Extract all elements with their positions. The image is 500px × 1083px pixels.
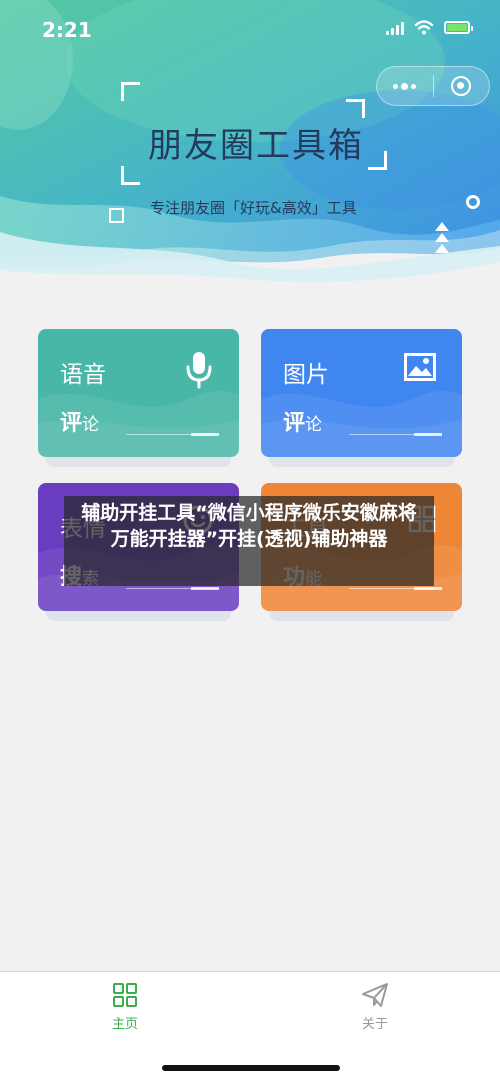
grid-icon [113,983,137,1007]
frame-corner [368,151,387,170]
tab-label: 主页 [111,1017,138,1032]
target-icon [451,76,472,96]
arrow-up-icon [435,244,449,253]
card-subtitle: 评论 [283,411,323,436]
tab-about[interactable]: 关于 [315,982,435,1032]
card-title: 图片 [283,362,329,388]
arrow-up-icon [435,233,449,242]
decor-ring [466,195,480,209]
home-indicator [162,1065,340,1071]
frame-corner [346,99,365,118]
brand-title: 朋友圈工具箱 [148,126,364,166]
frame-corner [121,166,140,185]
overlay-caption: 辅助开挂工具“微信小程序微乐安徽麻将万能开挂器”开挂(透视)辅助神器 [64,496,434,586]
card-title: 语音 [60,362,106,388]
image-icon [404,353,436,381]
paper-plane-icon [362,983,388,1007]
battery-icon [444,21,473,34]
status-time: 2:21 [42,18,92,42]
close-miniprogram-button[interactable] [434,67,490,105]
tab-home[interactable]: 主页 [65,982,185,1032]
frame-corner [121,82,140,101]
tab-label: 关于 [361,1017,388,1032]
wifi-icon [414,20,434,35]
more-button[interactable] [377,67,433,105]
decor-square [109,208,124,223]
miniprogram-capsule [376,66,490,106]
brand-subtitle: 专注朋友圈「好玩&高效」工具 [150,199,357,217]
status-icons [386,20,473,35]
arrow-up-icon [435,222,449,231]
card-image-comment[interactable]: 图片 评论 [261,329,462,467]
more-dots-icon [393,82,417,90]
card-voice-comment[interactable]: 语音 评论 [38,329,239,467]
signal-icon [386,21,404,35]
card-subtitle: 评论 [60,411,100,436]
microphone-icon [186,352,212,389]
